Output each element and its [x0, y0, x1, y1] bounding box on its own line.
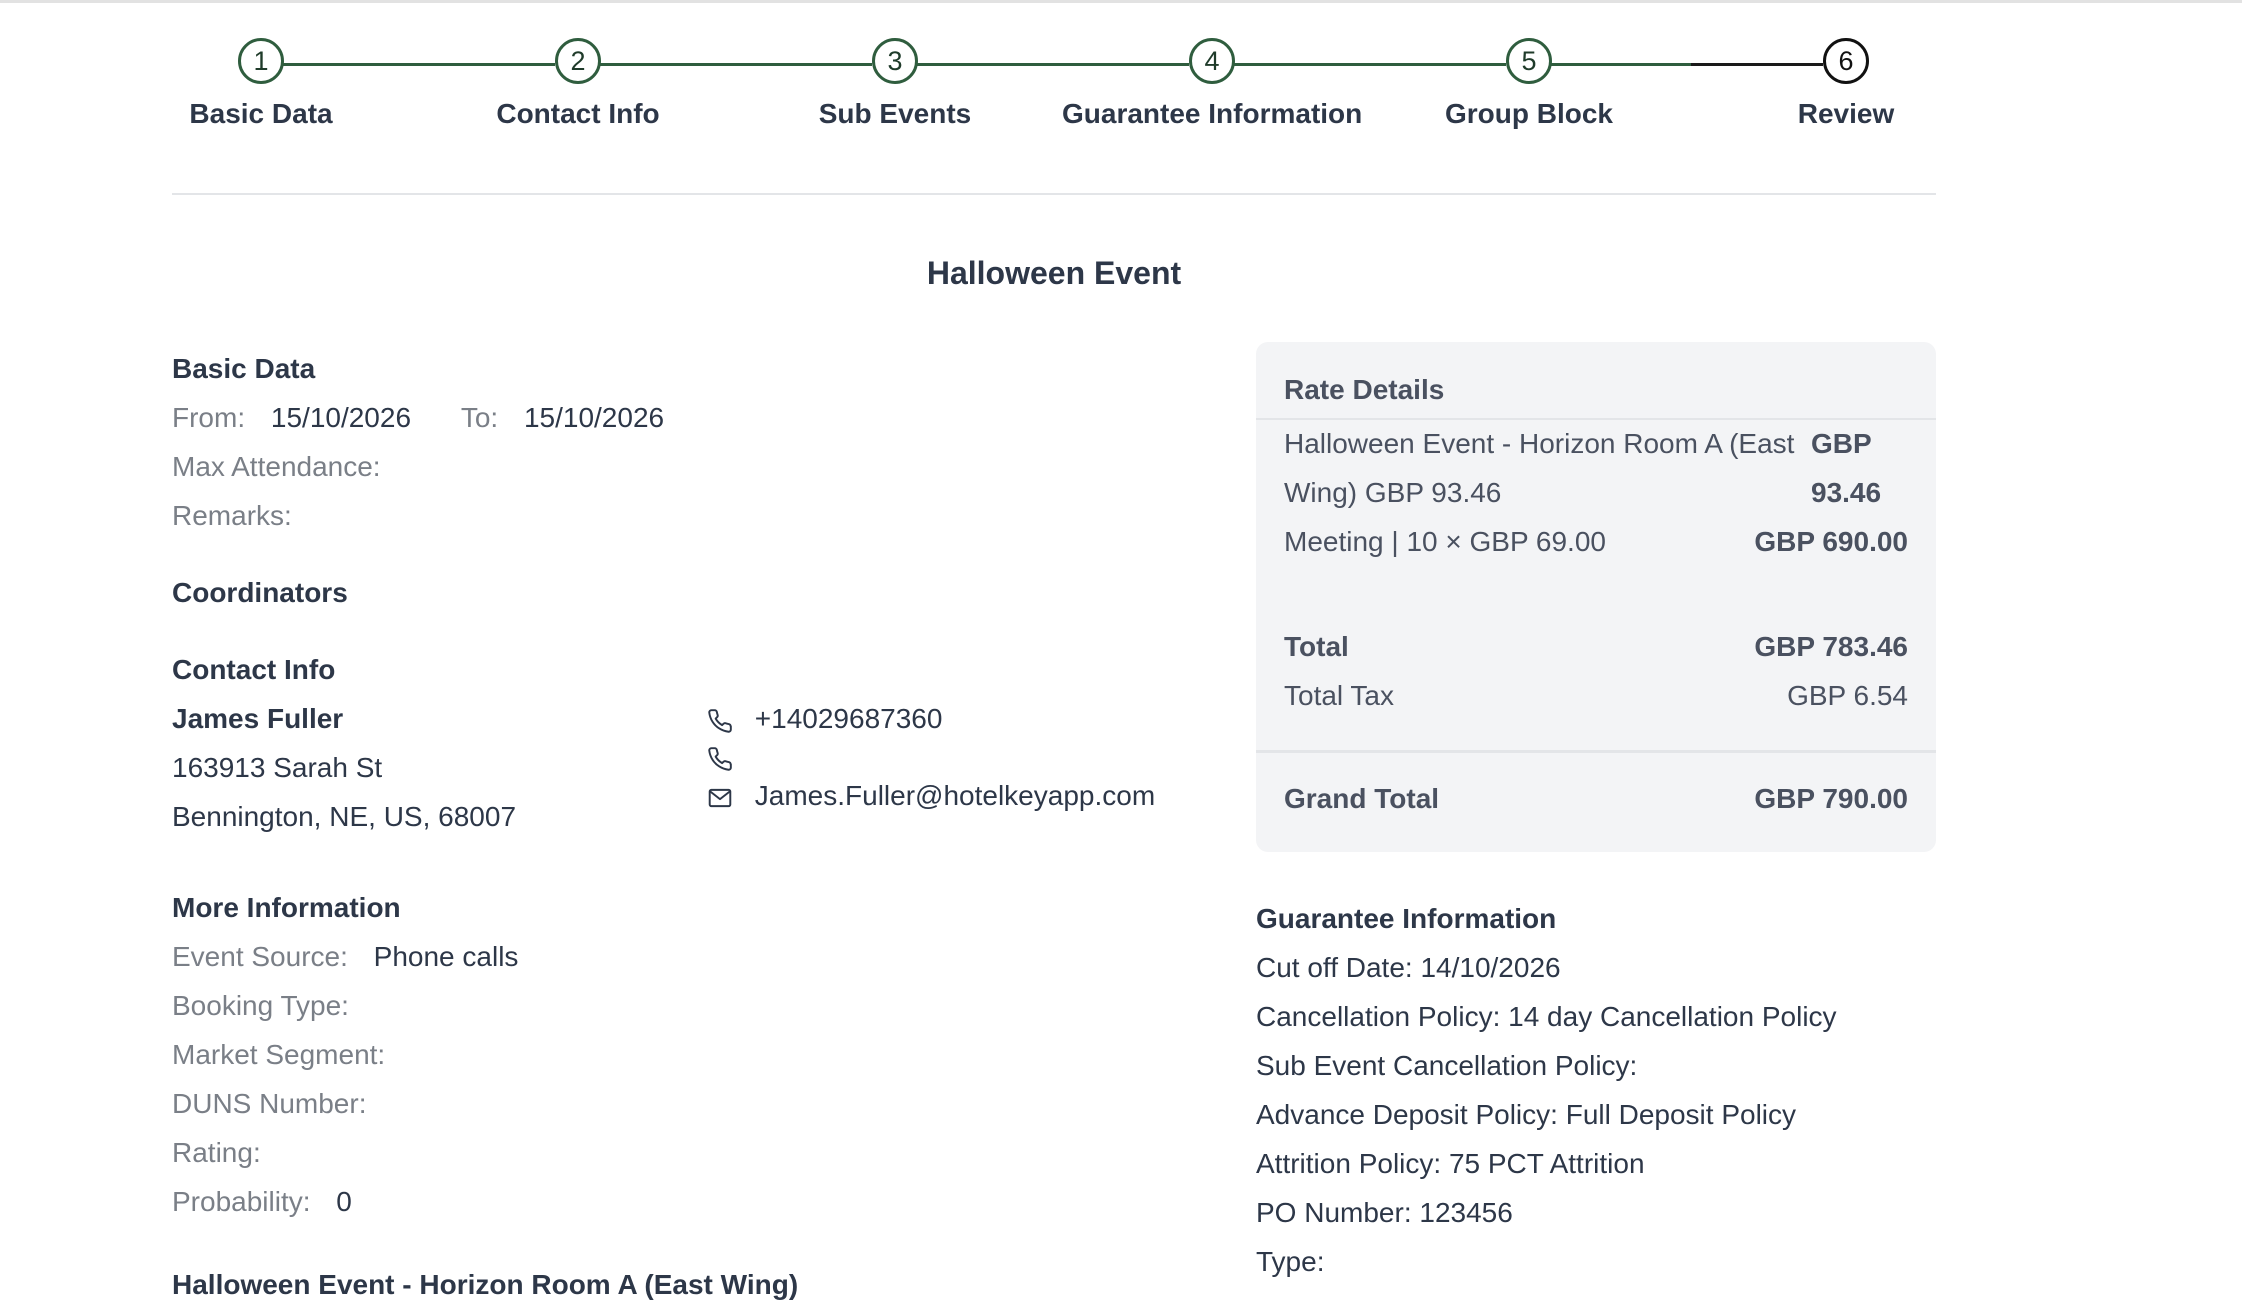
remarks-label: Remarks: — [172, 500, 292, 531]
contact-info-heading: Contact Info — [172, 654, 336, 685]
probability-label: Probability: — [172, 1186, 311, 1217]
contact-card: James Fuller 163913 Sarah St Bennington,… — [172, 694, 1172, 841]
progress-stepper: 1 Basic Data 2 Contact Info 3 Sub Events… — [0, 0, 2242, 200]
duns-number-label: DUNS Number: — [172, 1088, 367, 1119]
address-line-2: Bennington, NE, US, 68007 — [172, 801, 517, 832]
phone-icon — [708, 708, 732, 733]
step-number: 1 — [238, 38, 284, 84]
grand-total-label: Grand Total — [1284, 783, 1440, 814]
email-address[interactable]: James.Fuller@hotelkeyapp.com — [755, 780, 1155, 811]
step-label: Review — [1797, 98, 1895, 129]
address-line-1: 163913 Sarah St — [172, 752, 383, 783]
step-sub-events[interactable]: 3 Sub Events — [745, 38, 1045, 130]
max-attendance-row: Max Attendance: — [172, 442, 1172, 491]
advance-deposit-policy: Advance Deposit Policy: Full Deposit Pol… — [1256, 1099, 1797, 1130]
grand-total-divider — [1256, 750, 1936, 753]
event-source-row: Event Source: Phone calls — [172, 932, 1172, 981]
date-range-row: From: 15/10/2026 To: 15/10/2026 — [172, 393, 1172, 442]
step-group-block[interactable]: 5 Group Block — [1379, 38, 1679, 130]
total-tax-label: Total Tax — [1284, 680, 1394, 711]
booking-type-row: Booking Type: — [172, 981, 1172, 1030]
cut-off-date: Cut off Date: 14/10/2026 — [1256, 952, 1561, 983]
rate-details-card: Rate Details Halloween Event - Horizon R… — [1256, 342, 1936, 852]
step-number: 3 — [872, 38, 918, 84]
event-source-value: Phone calls — [373, 941, 519, 972]
email-row: James.Fuller@hotelkeyapp.com — [707, 771, 1155, 820]
event-source-label: Event Source: — [172, 941, 348, 972]
market-segment-label: Market Segment: — [172, 1039, 386, 1070]
step-contact-info[interactable]: 2 Contact Info — [428, 38, 728, 130]
sub-event-heading: Halloween Event - Horizon Room A (East W… — [172, 1269, 799, 1300]
guarantee-information-section: Guarantee Information Cut off Date: 14/1… — [1256, 894, 1936, 1286]
step-number: 6 — [1823, 38, 1869, 84]
coordinators-heading: Coordinators — [172, 577, 348, 608]
step-label: Contact Info — [496, 98, 660, 129]
step-guarantee-information[interactable]: 4 Guarantee Information — [1062, 38, 1362, 130]
guarantee-information-heading: Guarantee Information — [1256, 903, 1557, 934]
step-label: Group Block — [1444, 98, 1613, 129]
event-title: Halloween Event — [926, 255, 1182, 291]
mail-icon — [708, 788, 732, 807]
attrition-policy: Attrition Policy: 75 PCT Attrition — [1256, 1148, 1645, 1179]
guarantee-type: Type: — [1256, 1246, 1325, 1277]
to-label: To: — [460, 402, 499, 433]
total-tax-value: GBP 6.54 — [1787, 680, 1908, 711]
rate-item-2-desc: Meeting | 10 × GBP 69.00 — [1284, 526, 1606, 557]
duns-number-row: DUNS Number: — [172, 1079, 1172, 1128]
from-label: From: — [172, 402, 246, 433]
rate-item-2-amount: GBP 690.00 — [1754, 526, 1908, 557]
step-label: Basic Data — [189, 98, 333, 129]
rate-details-heading: Rate Details — [1284, 374, 1445, 405]
step-label: Sub Events — [818, 98, 972, 129]
grand-total-value: GBP 790.00 — [1754, 783, 1908, 814]
rate-item-1-desc-line-1: Halloween Event - Horizon Room A (East — [1284, 428, 1795, 459]
rating-label: Rating: — [172, 1137, 261, 1168]
step-number: 4 — [1189, 38, 1235, 84]
po-number: PO Number: 123456 — [1256, 1197, 1513, 1228]
market-segment-row: Market Segment: — [172, 1030, 1172, 1079]
remarks-row: Remarks: — [172, 491, 1172, 540]
cancellation-policy: Cancellation Policy: 14 day Cancellation… — [1256, 1001, 1837, 1032]
booking-type-label: Booking Type: — [172, 990, 349, 1021]
total-value: GBP 783.46 — [1754, 631, 1908, 662]
rate-item-1-amount-line-1: GBP — [1811, 428, 1872, 459]
probability-value: 0 — [336, 1186, 352, 1217]
step-review[interactable]: 6 Review — [1696, 38, 1996, 130]
step-number: 5 — [1506, 38, 1552, 84]
to-value: 15/10/2026 — [523, 402, 665, 433]
total-label: Total — [1284, 631, 1349, 662]
max-attendance-label: Max Attendance: — [172, 451, 381, 482]
header-divider — [172, 193, 1936, 195]
step-number: 2 — [555, 38, 601, 84]
sub-event-cancellation-policy: Sub Event Cancellation Policy: — [1256, 1050, 1638, 1081]
step-basic-data[interactable]: 1 Basic Data — [111, 38, 411, 130]
phone-icon — [708, 746, 732, 771]
rate-item-1-amount-line-2: 93.46 — [1811, 477, 1882, 508]
from-value: 15/10/2026 — [270, 402, 412, 433]
contact-name: James Fuller — [172, 703, 344, 734]
basic-data-heading: Basic Data — [172, 353, 316, 384]
rating-row: Rating: — [172, 1128, 1172, 1177]
probability-row: Probability: 0 — [172, 1177, 1172, 1226]
step-label: Guarantee Information — [1062, 98, 1363, 129]
more-information-heading: More Information — [172, 892, 401, 923]
rate-item-1-desc-line-2: Wing) GBP 93.46 — [1284, 477, 1502, 508]
phone-number[interactable]: +14029687360 — [755, 703, 943, 734]
event-summary-column: Basic Data From: 15/10/2026 To: 15/10/20… — [172, 344, 1172, 1309]
